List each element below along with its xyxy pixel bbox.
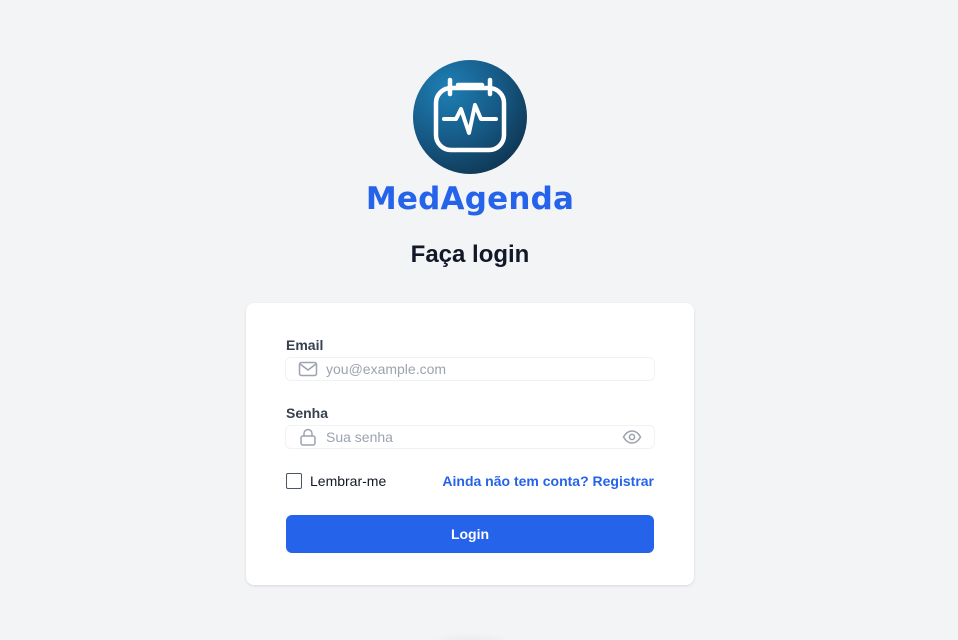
lock-icon — [300, 428, 316, 446]
brand-name: MedAgenda — [365, 181, 575, 217]
password-field[interactable]: Sua senha — [286, 426, 654, 448]
password-placeholder: Sua senha — [326, 429, 393, 445]
remember-me-checkbox[interactable] — [286, 473, 302, 489]
decorative-shadow — [420, 632, 520, 640]
mail-icon — [298, 361, 318, 377]
email-field[interactable]: you@example.com — [286, 358, 654, 380]
remember-me-label[interactable]: Lembrar-me — [310, 473, 386, 489]
email-placeholder: you@example.com — [326, 361, 447, 377]
register-link[interactable]: Ainda não tem conta? Registrar — [442, 473, 654, 489]
app-logo — [413, 60, 527, 174]
remember-me: Lembrar-me — [286, 473, 386, 489]
password-label: Senha — [286, 405, 329, 421]
login-button[interactable]: Login — [286, 515, 654, 553]
eye-icon[interactable] — [622, 428, 642, 446]
calendar-heartbeat-icon — [433, 77, 507, 153]
login-card: Email you@example.com Senha Sua senha Le… — [246, 303, 694, 585]
page-title: Faça login — [410, 241, 530, 268]
email-label: Email — [286, 337, 324, 353]
